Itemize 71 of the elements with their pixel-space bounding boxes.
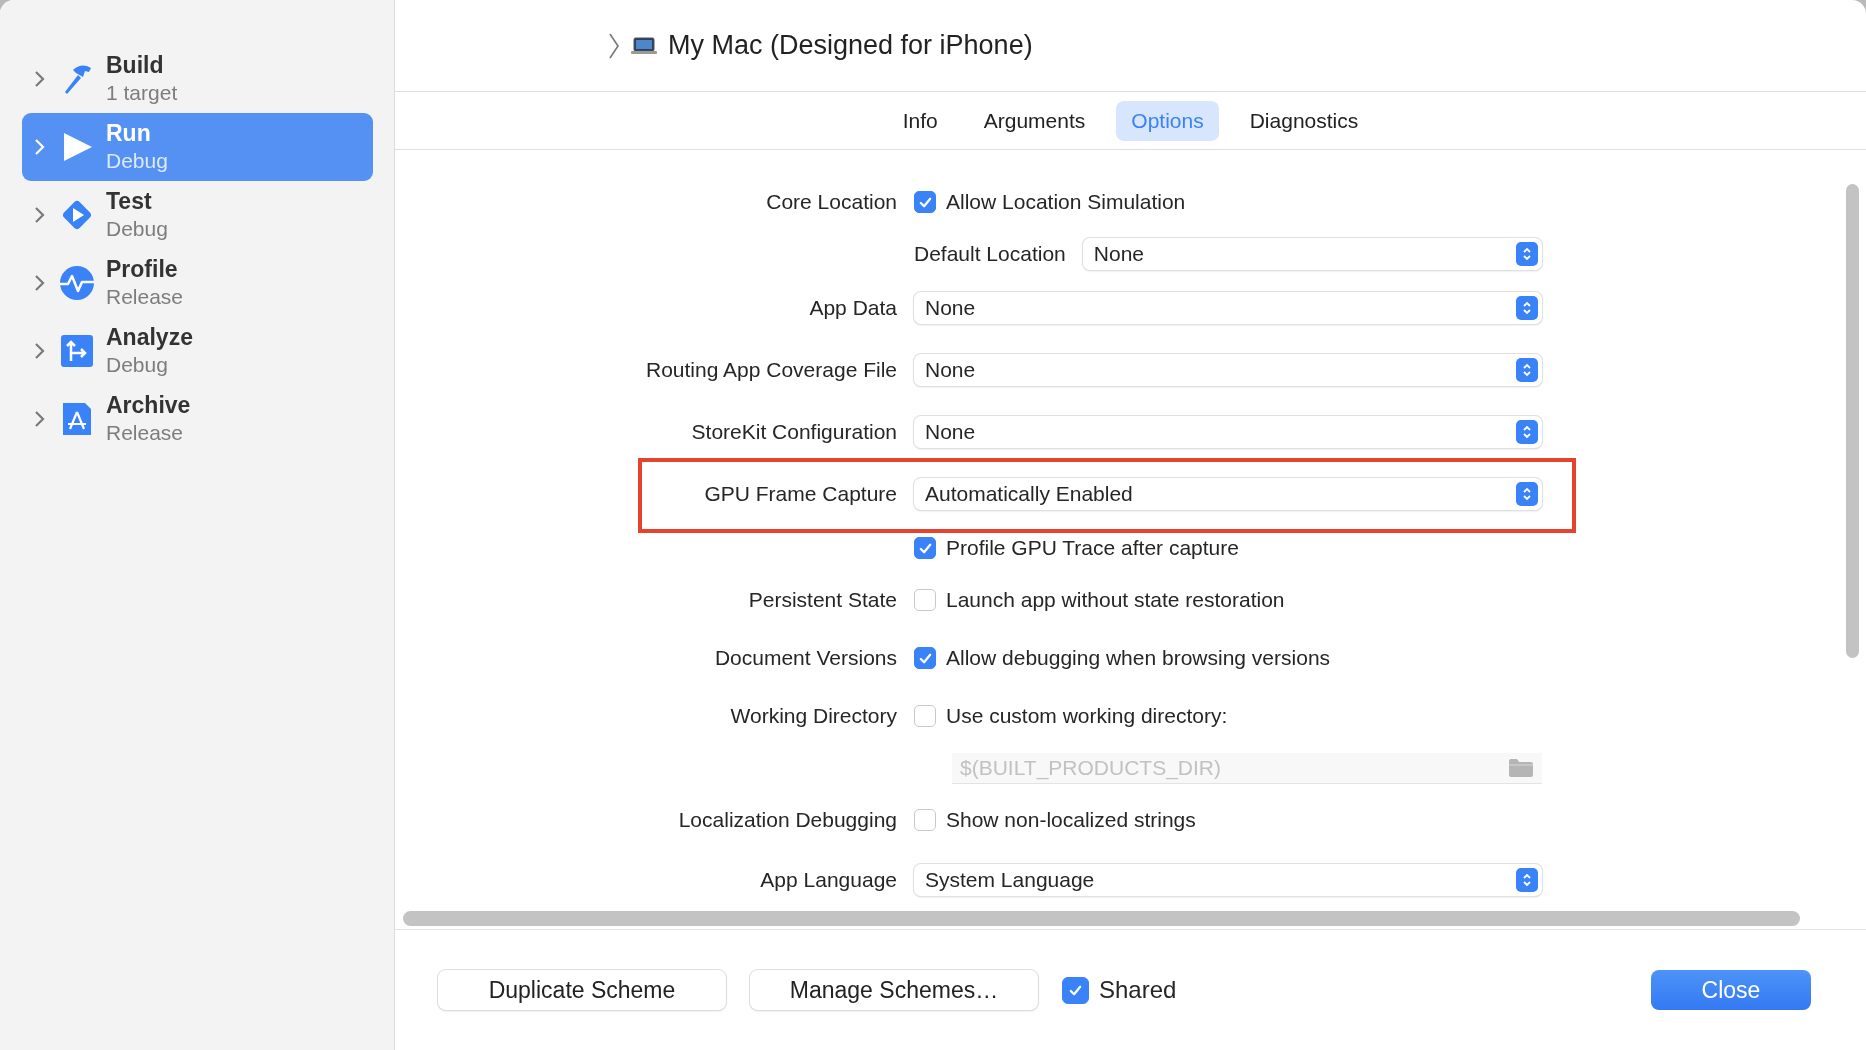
- item-title: Test: [106, 188, 153, 215]
- checkbox-label[interactable]: Shared: [1099, 976, 1177, 1004]
- option-label: Core Location: [765, 190, 897, 214]
- option-label: Default Location: [914, 242, 1066, 266]
- checkbox[interactable]: [914, 589, 936, 611]
- sidebar-item[interactable]: Profile Release: [22, 249, 373, 317]
- item-subtitle: Debug: [106, 352, 169, 378]
- checkbox[interactable]: [914, 647, 936, 669]
- chevron-icon[interactable]: [34, 70, 45, 88]
- checkbox-label[interactable]: Use custom working directory:: [946, 704, 1228, 728]
- popup-button[interactable]: None: [914, 292, 1542, 324]
- chevron-icon[interactable]: [34, 206, 45, 224]
- laptop-icon: [630, 35, 658, 56]
- chevron-icon[interactable]: [608, 31, 620, 60]
- tab[interactable]: Info: [887, 100, 953, 141]
- stepper-icon: [1516, 868, 1538, 892]
- sidebar-item[interactable]: Test Debug: [22, 181, 373, 249]
- item-subtitle: 1 target: [106, 80, 178, 106]
- destination-title[interactable]: My Mac (Designed for iPhone): [668, 30, 1033, 61]
- stepper-icon: [1516, 296, 1538, 320]
- checkbox-label[interactable]: Profile GPU Trace after capture: [946, 536, 1239, 560]
- option-label: Localization Debugging: [677, 808, 897, 832]
- checkbox-label[interactable]: Launch app without state restoration: [946, 588, 1285, 612]
- stepper-icon: [1516, 482, 1538, 506]
- sidebar-item[interactable]: Build 1 target: [22, 45, 373, 113]
- item-title: Archive: [106, 392, 191, 419]
- tab[interactable]: Diagnostics: [1234, 100, 1374, 141]
- item-subtitle: Debug: [106, 148, 168, 174]
- popup-button[interactable]: Automatically Enabled: [914, 478, 1542, 510]
- checkbox[interactable]: [914, 537, 936, 559]
- tab[interactable]: Arguments: [968, 100, 1101, 141]
- chevron-icon[interactable]: [34, 274, 45, 292]
- checkbox[interactable]: [914, 191, 936, 213]
- stepper-icon: [1516, 358, 1538, 382]
- item-subtitle: Release: [106, 284, 184, 310]
- item-subtitle: Release: [106, 420, 185, 446]
- option-label: App Data: [808, 296, 897, 320]
- sidebar-item[interactable]: Archive Release: [22, 385, 373, 453]
- item-title: Run: [106, 120, 152, 147]
- option-label: GPU Frame Capture: [703, 482, 897, 506]
- checkbox-label[interactable]: Allow debugging when browsing versions: [946, 646, 1331, 670]
- close-button[interactable]: Close: [1651, 970, 1811, 1010]
- item-subtitle: Debug: [106, 216, 168, 242]
- option-label: Working Directory: [729, 704, 897, 728]
- popup-button[interactable]: None: [914, 416, 1542, 448]
- checkbox-label[interactable]: Show non-localized strings: [946, 808, 1196, 832]
- popup-button[interactable]: None: [1082, 238, 1542, 270]
- checkbox[interactable]: [914, 705, 936, 727]
- scrollbar-thumb[interactable]: [403, 911, 1800, 926]
- push-button[interactable]: Manage Schemes…: [750, 970, 1038, 1010]
- popup-button[interactable]: System Language: [914, 864, 1542, 896]
- chevron-icon[interactable]: [34, 410, 45, 428]
- option-label: Document Versions: [713, 646, 897, 670]
- item-title: Analyze: [106, 324, 193, 351]
- push-button[interactable]: Duplicate Scheme: [438, 970, 726, 1010]
- checkbox[interactable]: [1062, 976, 1089, 1004]
- checkbox-label[interactable]: Allow Location Simulation: [946, 190, 1186, 214]
- option-label: StoreKit Configuration: [690, 420, 897, 444]
- pulse-icon: [59, 265, 95, 301]
- popup-button[interactable]: None: [914, 354, 1542, 386]
- checkbox[interactable]: [914, 809, 936, 831]
- option-label: App Language: [759, 868, 897, 892]
- chevron-icon[interactable]: [34, 342, 45, 360]
- stepper-icon: [1516, 242, 1538, 266]
- item-title: Profile: [106, 256, 179, 283]
- option-label: Routing App Coverage File: [645, 358, 897, 382]
- stepper-icon: [1516, 420, 1538, 444]
- option-label: Persistent State: [747, 588, 897, 612]
- item-title: Build: [106, 52, 165, 79]
- sidebar-item[interactable]: Analyze Debug: [22, 317, 373, 385]
- scrollbar-thumb[interactable]: [1846, 184, 1859, 658]
